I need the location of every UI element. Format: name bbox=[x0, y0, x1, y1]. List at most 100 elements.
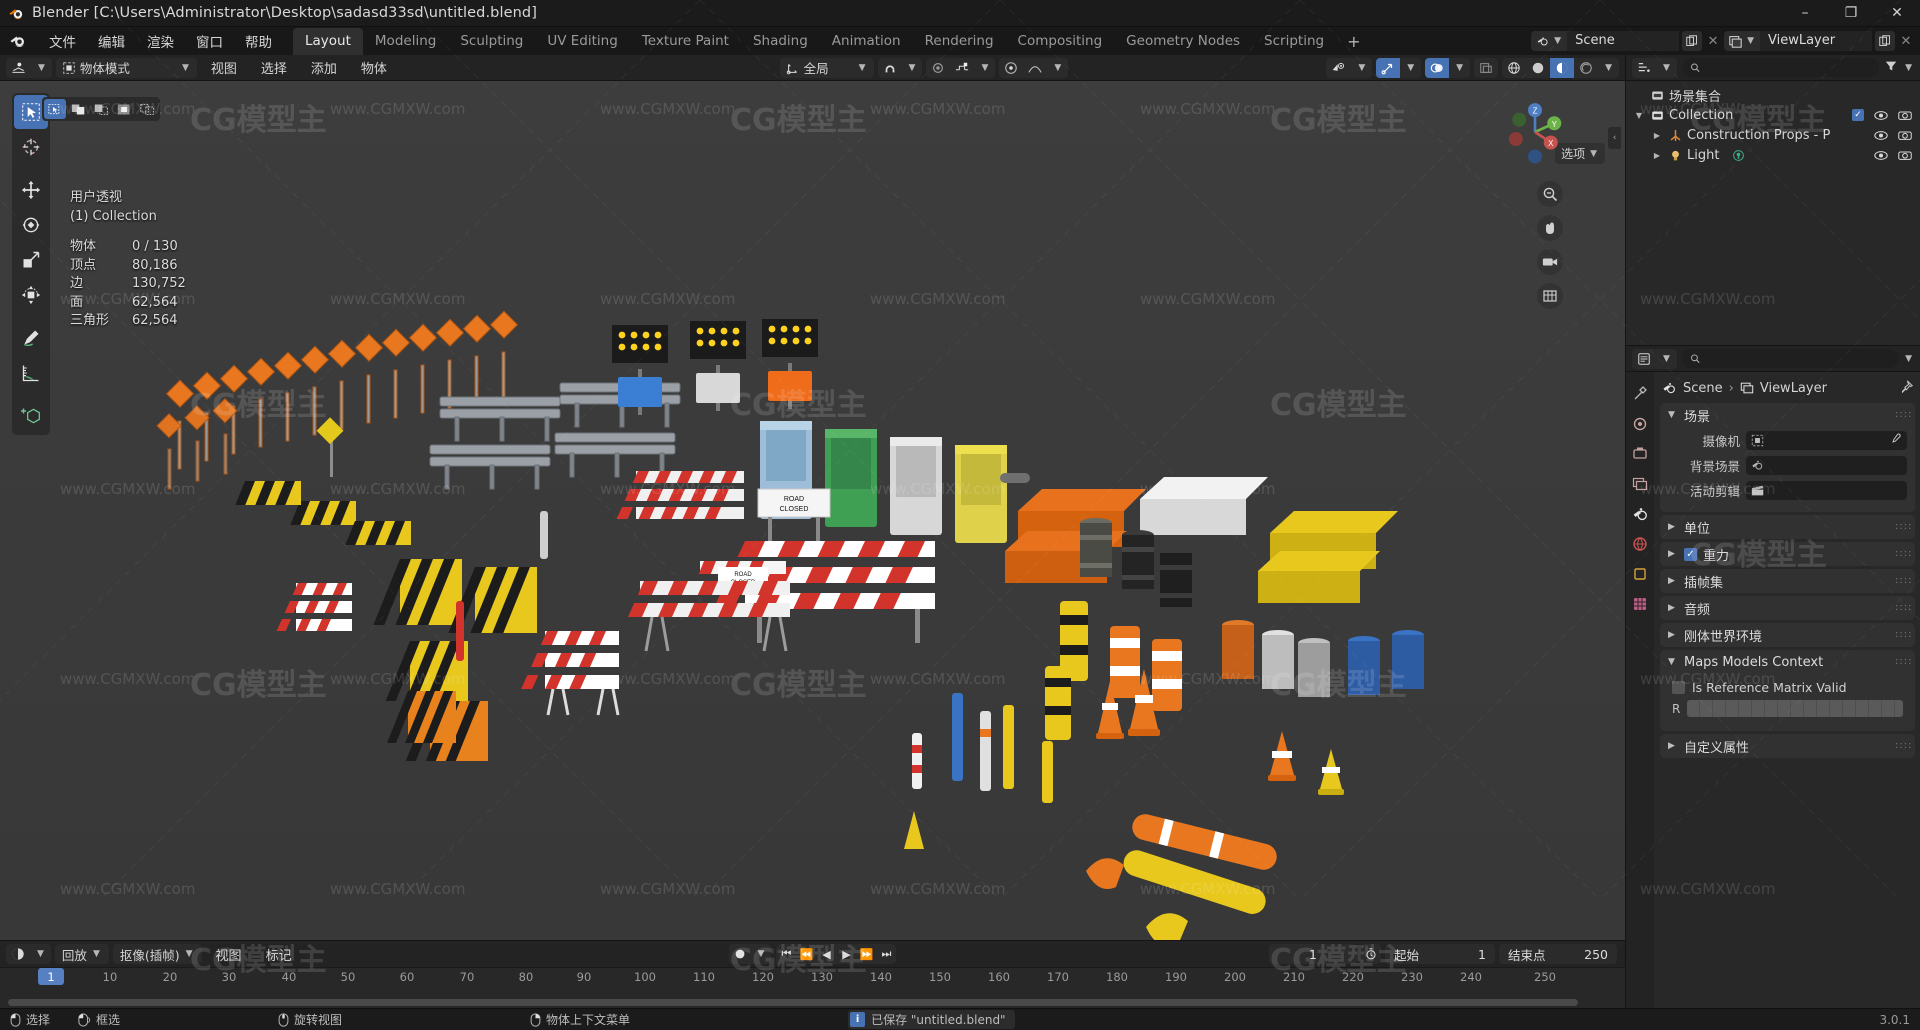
eyedropper-icon[interactable] bbox=[1890, 433, 1902, 448]
show-hide-icon[interactable] bbox=[1326, 58, 1351, 78]
chevron-right-icon[interactable]: ▶ bbox=[1668, 549, 1678, 559]
shading-caret[interactable]: ▼ bbox=[1598, 58, 1619, 78]
outliner-row-light[interactable]: ▶ Light bbox=[1626, 145, 1920, 165]
editor-type-properties-icon[interactable] bbox=[1632, 349, 1656, 369]
jump-to-start-button[interactable]: ⏮ bbox=[776, 944, 796, 964]
snap-target-controls[interactable]: ▼ bbox=[999, 57, 1069, 78]
proportional-editing-icon[interactable] bbox=[926, 58, 950, 78]
matrix-value-bar[interactable] bbox=[1687, 700, 1903, 717]
xray-icon[interactable] bbox=[1474, 58, 1498, 78]
panel-drag-dots[interactable]: :::: bbox=[1895, 549, 1911, 559]
panel-drag-dots[interactable]: :::: bbox=[1895, 657, 1911, 667]
breadcrumb-scene[interactable]: Scene bbox=[1683, 381, 1723, 396]
next-keyframe-button[interactable]: ⏩ bbox=[856, 944, 876, 964]
transform-tool[interactable] bbox=[14, 278, 48, 312]
select-intersect-button[interactable] bbox=[136, 99, 158, 119]
viewport-menu-object[interactable]: 物体 bbox=[351, 56, 397, 79]
viewlayer-selector[interactable]: ▼ ViewLayer bbox=[1724, 31, 1872, 51]
falloff-curve-icon[interactable] bbox=[1023, 58, 1047, 78]
outliner-row-construction-props[interactable]: ▶ Construction Props - P bbox=[1626, 125, 1920, 145]
expand-arrow-light[interactable]: ▶ bbox=[1650, 151, 1664, 160]
jump-to-end-button[interactable]: ⏭ bbox=[876, 944, 896, 964]
chevron-right-icon[interactable]: ▶ bbox=[1668, 576, 1678, 586]
render-tab[interactable] bbox=[1630, 414, 1650, 434]
expand-arrow-collection[interactable]: ▼ bbox=[1632, 111, 1646, 120]
menu-window[interactable]: 窗口 bbox=[185, 28, 234, 54]
select-invert-button[interactable] bbox=[113, 99, 135, 119]
timeline-strip[interactable]: 1 10 20 30 40 50 60 70 80 90 100 110 120… bbox=[0, 967, 1625, 1009]
tab-sculpting[interactable]: Sculpting bbox=[448, 28, 535, 55]
show-overlays-icon[interactable] bbox=[1425, 57, 1450, 78]
editor-type-selector[interactable]: ▼ bbox=[6, 57, 52, 78]
chevron-right-icon[interactable]: ▶ bbox=[1668, 522, 1678, 532]
select-set-button[interactable] bbox=[44, 99, 66, 119]
timeline-playhead[interactable]: 1 bbox=[38, 968, 64, 985]
viewport-visibility-controls[interactable]: ▼ bbox=[1326, 57, 1373, 78]
tab-compositing[interactable]: Compositing bbox=[1006, 28, 1115, 55]
falloff-caret[interactable]: ▼ bbox=[1047, 58, 1068, 78]
tab-animation[interactable]: Animation bbox=[820, 28, 913, 55]
panel-header-audio[interactable]: ▶ 音频 :::: bbox=[1660, 596, 1915, 620]
panel-drag-dots[interactable]: :::: bbox=[1895, 603, 1911, 613]
panel-drag-dots[interactable]: :::: bbox=[1895, 522, 1911, 532]
expand-arrow-construction-props[interactable]: ▶ bbox=[1650, 131, 1664, 140]
viewport-menu-view[interactable]: 视图 bbox=[201, 56, 247, 79]
tab-uv-editing[interactable]: UV Editing bbox=[535, 28, 629, 55]
current-frame-field[interactable]: 1 bbox=[1269, 944, 1357, 964]
active-clip-field[interactable] bbox=[1746, 480, 1907, 500]
play-button[interactable]: ▶ bbox=[836, 944, 856, 964]
tab-shading[interactable]: Shading bbox=[741, 28, 820, 55]
scene-selector[interactable]: ▼ Scene bbox=[1531, 31, 1680, 51]
close-button[interactable]: ✕ bbox=[1874, 0, 1920, 27]
outliner-row-scene-collection[interactable]: 场景集合 bbox=[1626, 85, 1920, 105]
world-tab[interactable] bbox=[1630, 534, 1650, 554]
editor-type-3d-viewport-icon[interactable] bbox=[6, 58, 31, 78]
tab-layout[interactable]: Layout bbox=[293, 27, 363, 55]
proportional-editing-controls[interactable]: ▼ bbox=[926, 57, 996, 78]
auto-keying-caret[interactable]: ▼ bbox=[751, 944, 772, 964]
shading-solid-icon[interactable] bbox=[1526, 58, 1550, 78]
new-scene-button[interactable] bbox=[1682, 31, 1703, 51]
show-gizmo-icon[interactable] bbox=[1376, 57, 1401, 78]
snap-controls[interactable]: ▼ bbox=[877, 57, 923, 78]
tool-tab[interactable] bbox=[1630, 384, 1650, 404]
texture-tab[interactable] bbox=[1630, 594, 1650, 614]
hide-in-viewport-icon[interactable] bbox=[1874, 129, 1888, 142]
is-reference-matrix-valid-row[interactable]: Is Reference Matrix Valid bbox=[1668, 676, 1907, 698]
properties-editor-type-selector[interactable]: ▼ bbox=[1632, 348, 1677, 369]
minimize-button[interactable]: – bbox=[1782, 0, 1828, 27]
auto-keying-toggle[interactable]: ▼ bbox=[728, 944, 772, 964]
is-reference-matrix-valid-checkbox[interactable] bbox=[1672, 680, 1685, 694]
scale-tool[interactable] bbox=[14, 243, 48, 277]
menu-help[interactable]: 帮助 bbox=[234, 28, 283, 54]
proportional-caret[interactable]: ▼ bbox=[974, 58, 995, 78]
disable-in-render-icon[interactable] bbox=[1898, 149, 1912, 162]
shading-mode-controls[interactable]: ▼ bbox=[1502, 57, 1619, 78]
panel-header-custom-properties[interactable]: ▶ 自定义属性 :::: bbox=[1660, 734, 1915, 758]
viewport-menu-add[interactable]: 添加 bbox=[301, 56, 347, 79]
camera-field[interactable] bbox=[1746, 430, 1907, 450]
chevron-right-icon[interactable]: ▶ bbox=[1668, 741, 1678, 751]
snap-target-icon[interactable] bbox=[999, 58, 1023, 78]
properties-filter-caret[interactable]: ▼ bbox=[1903, 354, 1914, 364]
output-tab[interactable] bbox=[1630, 444, 1650, 464]
status-report[interactable]: i 已保存 "untitled.blend" bbox=[848, 1010, 1015, 1029]
add-cube-tool[interactable] bbox=[14, 399, 48, 433]
maximize-button[interactable]: ❐ bbox=[1828, 0, 1874, 27]
scene-tab[interactable] bbox=[1630, 504, 1650, 524]
panel-drag-dots[interactable]: :::: bbox=[1895, 576, 1911, 586]
toggle-ortho-icon[interactable] bbox=[1537, 283, 1563, 309]
view-layer-tab[interactable] bbox=[1630, 474, 1650, 494]
record-icon[interactable] bbox=[729, 944, 751, 964]
panel-header-units[interactable]: ▶ 单位 :::: bbox=[1660, 515, 1915, 539]
chevron-down-icon[interactable]: ▼ bbox=[1668, 657, 1678, 667]
overlay-controls[interactable]: ▼ bbox=[1425, 57, 1471, 78]
tab-rendering[interactable]: Rendering bbox=[913, 28, 1006, 55]
chevron-right-icon[interactable]: ▶ bbox=[1668, 630, 1678, 640]
panel-drag-dots[interactable]: :::: bbox=[1895, 410, 1911, 420]
chevron-down-icon[interactable]: ▼ bbox=[1668, 410, 1678, 420]
select-subtract-button[interactable] bbox=[90, 99, 112, 119]
new-viewlayer-button[interactable] bbox=[1875, 31, 1895, 51]
move-view-icon[interactable] bbox=[1537, 215, 1563, 241]
playback-menu[interactable]: 回放 ▼ bbox=[54, 944, 109, 964]
